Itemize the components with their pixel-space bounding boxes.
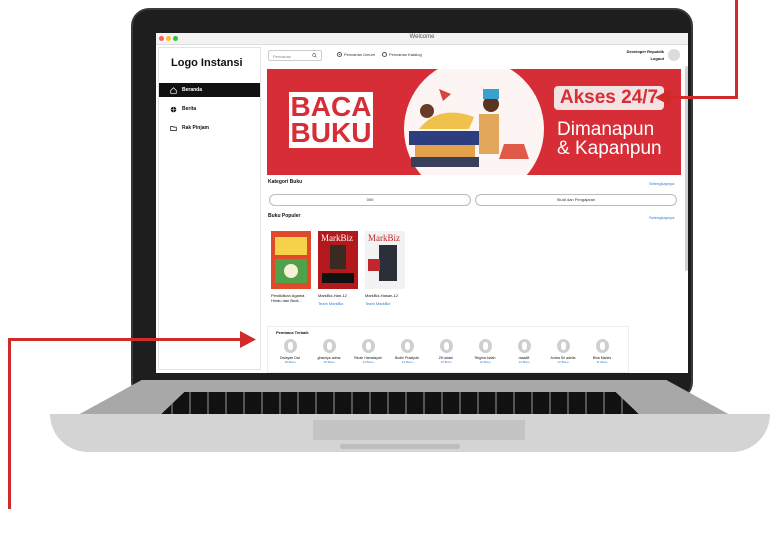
book-author: Team MarkBiz — [365, 301, 391, 306]
avatar — [478, 339, 492, 353]
reader-count: 18 Buku — [284, 360, 296, 364]
banner-tagline-line1: Dimanapun — [557, 119, 655, 140]
arrow-right-icon — [240, 331, 256, 348]
callout-line-vertical-right — [735, 0, 738, 98]
search-input[interactable]: Pencarian — [268, 50, 322, 61]
reader-item[interactable]: ZH adam 13 Buku — [428, 339, 464, 364]
radio-label: Pencarian Katalog — [389, 52, 422, 57]
book-title[interactable]: MarkBiz-Hasan-12 — [365, 293, 409, 298]
reader-item[interactable]: Regina Indah 12 Buku — [467, 339, 503, 364]
callout-line-horizontal-left — [8, 338, 242, 341]
home-icon — [169, 86, 177, 94]
reader-count: 14 Buku — [362, 360, 374, 364]
reader-count: 14 Buku — [401, 360, 413, 364]
cover-title: MarkBiz — [321, 233, 353, 243]
user-name: Developer Republik — [626, 49, 664, 54]
logout-link[interactable]: Logout — [627, 55, 664, 62]
globe-icon — [169, 105, 177, 113]
window-title: Welcome — [409, 34, 435, 40]
avatar — [283, 339, 297, 353]
reader-count: 13 Buku — [440, 360, 452, 364]
sidebar-item-beranda[interactable]: Beranda — [159, 83, 260, 97]
trackpad — [313, 420, 525, 440]
popular-see-all-link[interactable]: Selengkapnya — [649, 215, 674, 220]
reader-item[interactable]: Budhi Pradipah 14 Buku — [389, 339, 425, 364]
banner-tagline-line2: & Kapanpun — [557, 138, 662, 159]
sidebar-item-label: Berita — [182, 106, 197, 112]
folder-icon — [169, 124, 177, 132]
reader-count: 11 Buku — [596, 360, 608, 364]
app-screen: Welcome Logo Instansi Beranda Berita Rak… — [156, 33, 688, 373]
banner-headline: BACA BUKU — [289, 92, 373, 148]
avatar — [439, 339, 453, 353]
callout-line-vertical-left — [8, 339, 11, 509]
reader-item[interactable]: Rinah Hamidayah 14 Buku — [350, 339, 386, 364]
reader-count: 12 Buku — [479, 360, 491, 364]
avatar — [322, 339, 336, 353]
user-info: Developer Republik Logout — [627, 48, 664, 62]
radio-pencarian-umum[interactable]: Pencarian Umum — [337, 52, 375, 57]
book-cover-pendidikan[interactable] — [271, 231, 311, 289]
avatar — [517, 339, 531, 353]
book-title[interactable]: Pendidikan Agama Hindu dan Budi... — [271, 293, 315, 303]
radio-label: Pencarian Umum — [344, 52, 375, 57]
reader-count: 12 Buku — [557, 360, 569, 364]
category-button-000[interactable]: 000 — [269, 194, 471, 206]
banner-headline-line2: BUKU — [290, 117, 372, 148]
radio-unchecked-icon — [382, 52, 387, 57]
category-see-all-link[interactable]: Selengkapnya — [649, 181, 674, 186]
book-author: Team MarkBiz — [318, 301, 344, 306]
book-title[interactable]: MarkBiz-Hari-12 — [318, 293, 362, 298]
category-section-title: Kategori Buku — [268, 179, 303, 185]
top-readers-panel: Pembaca Terbaik Dwisyah Dwi 18 Buku ghami… — [267, 326, 629, 373]
reader-item[interactable]: Dwisyah Dwi 18 Buku — [272, 339, 308, 364]
avatar — [361, 339, 375, 353]
search-placeholder: Pencarian — [273, 54, 292, 59]
sidebar: Logo Instansi Beranda Berita Rak Pinjam — [158, 47, 261, 370]
category-button-studi[interactable]: Studi dan Pengajaran — [475, 194, 677, 206]
radio-pencarian-katalog[interactable]: Pencarian Katalog — [382, 52, 422, 57]
reader-count: 12 Buku — [518, 360, 530, 364]
institution-logo: Logo Instansi — [171, 57, 243, 69]
arrow-left-icon — [655, 89, 671, 106]
callout-line-horizontal-right — [668, 96, 738, 99]
reader-item[interactable]: Andra Sri adelia 12 Buku — [545, 339, 581, 364]
reader-item[interactable]: Bina Mahes 11 Buku — [584, 339, 620, 364]
top-bar: Pencarian Pencarian Umum Pencarian Katal… — [265, 44, 688, 66]
reader-count: 15 Buku — [323, 360, 335, 364]
cover-title: MarkBiz — [368, 233, 400, 243]
avatar — [400, 339, 414, 353]
radio-checked-icon — [337, 52, 342, 57]
readers-title: Pembaca Terbaik — [276, 330, 309, 335]
laptop-notch — [340, 444, 460, 449]
reading-illustration — [404, 69, 544, 175]
promo-banner[interactable]: BACA BUKU Akses 24/7 Dimanapun & Kapanpu… — [267, 69, 681, 175]
sidebar-item-rak-pinjam[interactable]: Rak Pinjam — [159, 121, 260, 135]
avatar[interactable] — [668, 49, 680, 61]
book-cover-markbiz-hasan[interactable]: MarkBiz — [365, 231, 405, 289]
sidebar-item-label: Rak Pinjam — [182, 125, 209, 131]
avatar — [556, 339, 570, 353]
search-icon — [312, 53, 317, 58]
avatar — [595, 339, 609, 353]
popular-section-title: Buku Populer — [268, 213, 301, 219]
banner-tagline: Dimanapun & Kapanpun — [557, 120, 677, 158]
reader-item[interactable]: ghamiya adma 15 Buku — [311, 339, 347, 364]
reader-item[interactable]: rasa68 12 Buku — [506, 339, 542, 364]
main-content: Pencarian Pencarian Umum Pencarian Katal… — [265, 44, 688, 373]
access-badge: Akses 24/7 — [554, 86, 664, 110]
sidebar-item-berita[interactable]: Berita — [159, 102, 260, 116]
sidebar-item-label: Beranda — [182, 87, 203, 93]
book-cover-markbiz-hari[interactable]: MarkBiz — [318, 231, 358, 289]
